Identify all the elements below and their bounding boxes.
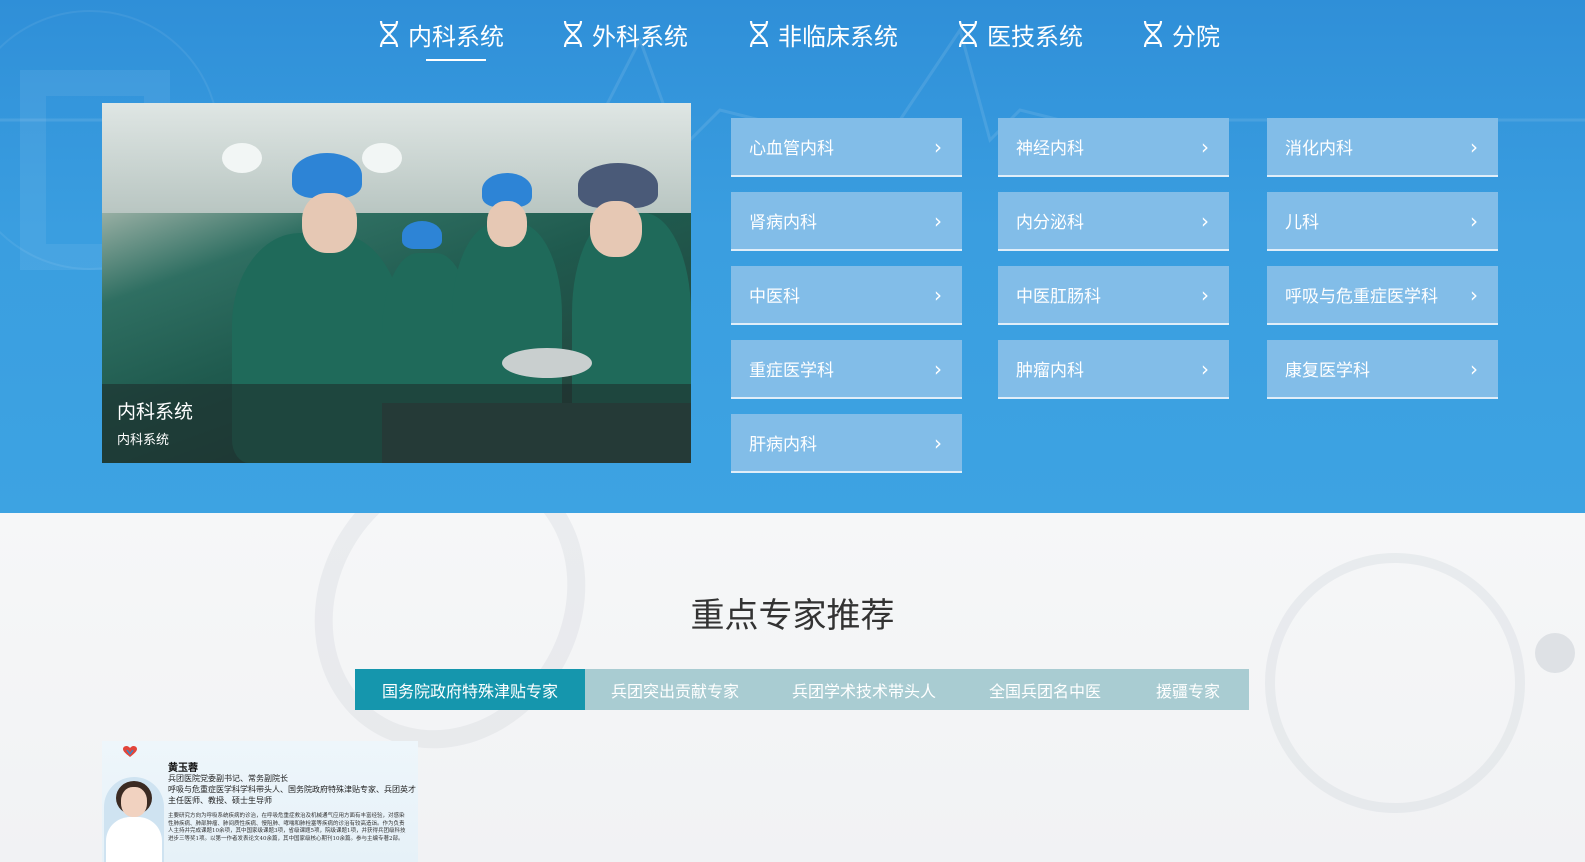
dept-button-neurology[interactable]: 神经内科 › <box>998 118 1229 177</box>
featured-photo[interactable]: 内科系统 内科系统 <box>102 103 691 463</box>
dept-button-tcm[interactable]: 中医科 › <box>731 266 962 325</box>
photo-detail <box>487 201 527 247</box>
dept-label: 儿科 <box>1285 213 1319 233</box>
chevron-right-icon: › <box>1470 208 1478 233</box>
chevron-right-icon: › <box>1470 356 1478 381</box>
dept-button-hepatology[interactable]: 肝病内科 › <box>731 414 962 473</box>
photo-detail <box>362 143 402 173</box>
dept-button-tcm-anorectal[interactable]: 中医肛肠科 › <box>998 266 1229 325</box>
dna-icon <box>749 20 769 48</box>
dept-label: 消化内科 <box>1285 139 1353 159</box>
dept-label: 心血管内科 <box>749 139 834 159</box>
chevron-right-icon: › <box>934 430 942 455</box>
dept-label: 肿瘤内科 <box>1016 361 1084 381</box>
dept-button-rehabilitation[interactable]: 康复医学科 › <box>1267 340 1498 399</box>
dept-button-cardiology[interactable]: 心血管内科 › <box>731 118 962 177</box>
expert-position: 兵团医院党委副书记、常务副院长 <box>168 774 288 783</box>
dna-icon <box>563 20 583 48</box>
dept-button-gastroenterology[interactable]: 消化内科 › <box>1267 118 1498 177</box>
expert-portrait <box>104 777 164 862</box>
portrait-detail <box>121 787 147 817</box>
tab-label: 内科系统 <box>408 22 504 51</box>
chevron-right-icon: › <box>934 134 942 159</box>
photo-detail <box>502 348 592 378</box>
portrait-detail <box>106 817 162 862</box>
department-section: 内科系统 外科系统 非临床系统 医技系统 分院 内科系统 内科系统 心血管内科 … <box>0 0 1585 513</box>
dept-label: 神经内科 <box>1016 139 1084 159</box>
tab-aid-xinjiang-experts[interactable]: 援疆专家 <box>1127 669 1249 710</box>
photo-detail <box>302 193 357 253</box>
photo-caption: 内科系统 内科系统 <box>102 384 691 463</box>
dna-icon <box>379 20 399 48</box>
dept-button-endocrinology[interactable]: 内分泌科 › <box>998 192 1229 251</box>
expert-rank: 主任医师、教授、硕士生导师 <box>168 796 272 805</box>
dna-icon <box>958 20 978 48</box>
chevron-right-icon: › <box>1201 356 1209 381</box>
dept-label: 康复医学科 <box>1285 361 1370 381</box>
heart-icon <box>123 746 137 757</box>
expert-category-tabs: 国务院政府特殊津贴专家 兵团突出贡献专家 兵团学术技术带头人 全国兵团名中医 援… <box>355 669 1249 710</box>
dept-label: 肝病内科 <box>749 435 817 455</box>
expert-bio: 主要研究方向为呼吸系统疾病的诊治，在呼吸危重症救治及机械通气应用方面有丰富经验，… <box>168 813 406 842</box>
dept-label: 重症医学科 <box>749 361 834 381</box>
dept-button-respiratory-critical[interactable]: 呼吸与危重症医学科 › <box>1267 266 1498 325</box>
tab-academic-leaders[interactable]: 兵团学术技术带头人 <box>765 669 963 710</box>
hospital-logo <box>110 746 150 770</box>
photo-detail <box>402 221 442 249</box>
dept-label: 中医科 <box>749 287 800 307</box>
tab-outstanding-contribution-experts[interactable]: 兵团突出贡献专家 <box>585 669 765 710</box>
tab-medical-technology[interactable]: 医技系统 <box>957 8 1083 60</box>
dept-button-oncology[interactable]: 肿瘤内科 › <box>998 340 1229 399</box>
dept-label: 呼吸与危重症医学科 <box>1285 287 1438 307</box>
active-tab-underline <box>426 59 486 61</box>
dna-icon <box>1143 20 1163 48</box>
photo-detail <box>590 201 642 257</box>
photo-caption-title: 内科系统 <box>117 401 194 423</box>
photo-detail <box>222 143 262 173</box>
tab-internal-medicine[interactable]: 内科系统 <box>378 8 504 61</box>
tab-state-council-experts[interactable]: 国务院政府特殊津贴专家 <box>355 669 585 710</box>
tab-famous-tcm[interactable]: 全国兵团名中医 <box>963 669 1127 710</box>
chevron-right-icon: › <box>1201 208 1209 233</box>
dept-button-critical-care[interactable]: 重症医学科 › <box>731 340 962 399</box>
tab-label: 外科系统 <box>592 22 688 51</box>
tab-label: 医技系统 <box>987 22 1083 51</box>
tab-surgery[interactable]: 外科系统 <box>562 8 688 60</box>
dept-label: 内分泌科 <box>1016 213 1084 233</box>
chevron-right-icon: › <box>1201 134 1209 159</box>
expert-name: 黄玉蓉 <box>168 763 198 774</box>
chevron-right-icon: › <box>1201 282 1209 307</box>
chevron-right-icon: › <box>1470 134 1478 159</box>
tab-branch-hospital[interactable]: 分院 <box>1142 8 1220 60</box>
chevron-right-icon: › <box>934 208 942 233</box>
system-tabs: 内科系统 外科系统 非临床系统 医技系统 分院 <box>0 8 1585 61</box>
chevron-right-icon: › <box>934 356 942 381</box>
chevron-right-icon: › <box>1470 282 1478 307</box>
chevron-right-icon: › <box>934 282 942 307</box>
dept-button-pediatrics[interactable]: 儿科 › <box>1267 192 1498 251</box>
dept-button-nephrology[interactable]: 肾病内科 › <box>731 192 962 251</box>
tab-non-clinical[interactable]: 非临床系统 <box>748 8 898 60</box>
photo-caption-subtitle: 内科系统 <box>117 433 170 448</box>
expert-titles: 呼吸与危重症医学科学科带头人、国务院政府特殊津贴专家、兵团英才 <box>168 785 416 794</box>
expert-section-title: 重点专家推荐 <box>690 596 895 636</box>
dept-label: 中医肛肠科 <box>1016 287 1101 307</box>
photo-detail <box>292 153 362 198</box>
expert-card[interactable]: 黄玉蓉 兵团医院党委副书记、常务副院长 呼吸与危重症医学科学科带头人、国务院政府… <box>102 741 418 862</box>
dept-label: 肾病内科 <box>749 213 817 233</box>
background-decoration <box>1535 633 1575 673</box>
tab-label: 分院 <box>1172 22 1220 51</box>
tab-label: 非临床系统 <box>778 22 898 51</box>
